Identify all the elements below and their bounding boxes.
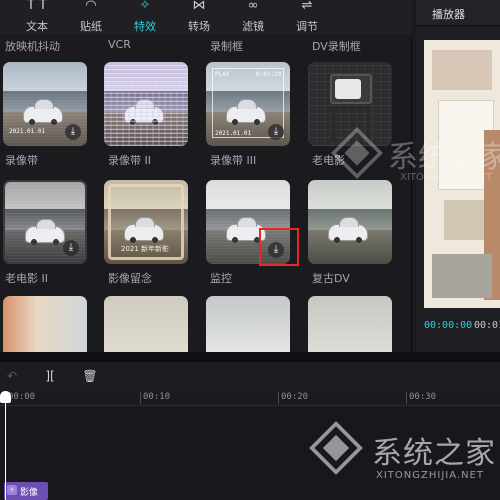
total-time: 00:01 bbox=[474, 320, 500, 331]
effect-name: 录像带 III bbox=[210, 154, 257, 167]
watermark-url: XITONGZHIJIA.NET bbox=[400, 172, 492, 183]
split-icon[interactable]: ][ bbox=[42, 368, 58, 384]
effect-clip[interactable]: ✧ 影像 bbox=[4, 482, 48, 500]
car-image bbox=[328, 217, 368, 243]
tab-effects-label: 特效 bbox=[134, 20, 156, 33]
filter-icon: ∞ bbox=[247, 0, 259, 13]
download-highlight-box bbox=[259, 228, 299, 266]
effect-name: 录像带 bbox=[5, 154, 38, 167]
tab-filter[interactable]: ∞ 滤镜 bbox=[228, 0, 278, 34]
watermark-url: XITONGZHIJIA.NET bbox=[376, 470, 484, 481]
current-time: 00:00:00 bbox=[424, 320, 473, 331]
effects-panel: 放映机抖动 VCR 录制框 DV录制框 2021.01.01 ⤓ PLAY 0:… bbox=[0, 34, 412, 352]
effect-thumb-record-frame[interactable]: PLAY 0:01:20 2021.01.01 ⤓ bbox=[206, 62, 290, 146]
category-label: VCR bbox=[108, 38, 131, 51]
effect-thumb-vhs-tape-2[interactable]: 2021 新年新影 bbox=[104, 180, 188, 264]
edit-toolbar bbox=[0, 362, 500, 390]
category-label: 放映机抖动 bbox=[5, 40, 60, 53]
tab-text-label: 文本 bbox=[26, 20, 48, 33]
sticker-icon: ◜◝ bbox=[85, 0, 97, 13]
effect-thumb-row3-4[interactable] bbox=[308, 296, 392, 352]
watermark-logo-icon bbox=[331, 127, 383, 179]
tab-adjust[interactable]: ⇌ 调节 bbox=[282, 0, 332, 34]
effect-name: 影像留念 bbox=[108, 272, 152, 285]
effect-thumb-row3-3[interactable] bbox=[206, 296, 290, 352]
souvenir-caption: 2021 新年新影 bbox=[121, 245, 170, 253]
playhead[interactable] bbox=[5, 392, 6, 500]
tab-transition-label: 转场 bbox=[188, 20, 210, 33]
tab-sticker-label: 贴纸 bbox=[80, 20, 102, 33]
effects-icon: ✧ bbox=[139, 0, 151, 13]
download-icon[interactable]: ⤓ bbox=[63, 240, 79, 256]
effect-thumb-row3-2[interactable] bbox=[104, 296, 188, 352]
effect-name: 老电影 II bbox=[5, 272, 48, 285]
effect-thumb-vhs[interactable]: 2021.01.01 ⤓ bbox=[3, 62, 87, 146]
top-toolbar: T T 文本 ◜◝ 贴纸 ✧ 特效 ⋈ 转场 ∞ 滤镜 ⇌ 调节 bbox=[0, 0, 412, 34]
playhead-handle[interactable] bbox=[0, 391, 11, 403]
tick-label: 00:10 bbox=[143, 392, 171, 402]
tv-image bbox=[330, 74, 372, 104]
tick-label: 00:00 bbox=[8, 392, 36, 402]
rec-time: 0:01:20 bbox=[256, 71, 282, 78]
effect-name: 录像带 II bbox=[108, 154, 151, 167]
tab-adjust-label: 调节 bbox=[296, 20, 318, 33]
download-icon[interactable]: ⤓ bbox=[268, 124, 284, 140]
download-icon[interactable]: ⤓ bbox=[65, 124, 81, 140]
tick-label: 00:20 bbox=[281, 392, 309, 402]
rec-date: 2021.01.01 bbox=[215, 130, 252, 137]
player-title: 播放器 bbox=[416, 0, 500, 26]
watermark-text: 系统之家 bbox=[372, 436, 496, 471]
rec-mode: PLAY bbox=[215, 71, 230, 78]
tab-filter-label: 滤镜 bbox=[242, 20, 264, 33]
adjust-icon: ⇌ bbox=[301, 0, 313, 13]
text-icon: T T bbox=[26, 0, 47, 13]
tab-transition[interactable]: ⋈ 转场 bbox=[174, 0, 224, 34]
effect-clip-icon: ✧ bbox=[7, 485, 17, 495]
effect-thumb-vcr[interactable] bbox=[104, 62, 188, 146]
effect-thumb-row3-1[interactable] bbox=[3, 296, 87, 352]
undo-icon[interactable]: ↶ bbox=[4, 368, 20, 384]
transition-icon: ⋈ bbox=[192, 0, 206, 13]
effect-clip-label: 影像 bbox=[20, 488, 39, 498]
effect-thumb-vhs-tape[interactable]: ⤓ bbox=[3, 180, 87, 264]
tick-label: 00:30 bbox=[409, 392, 437, 402]
watermark-logo-icon bbox=[309, 421, 363, 475]
tab-sticker[interactable]: ◜◝ 贴纸 bbox=[66, 0, 116, 34]
watermark-text: 系统之家 bbox=[388, 140, 500, 175]
tape-date: 2021.01.01 bbox=[9, 128, 46, 135]
tab-effects[interactable]: ✧ 特效 bbox=[120, 0, 170, 34]
category-label: 录制框 bbox=[210, 40, 243, 53]
delete-icon[interactable]: 🗑 bbox=[82, 368, 98, 384]
effect-thumb-old-film[interactable] bbox=[308, 180, 392, 264]
tab-text[interactable]: T T 文本 bbox=[12, 0, 62, 34]
category-label: DV录制框 bbox=[312, 40, 361, 53]
effect-name: 复古DV bbox=[312, 272, 350, 285]
effect-name: 监控 bbox=[210, 272, 232, 285]
